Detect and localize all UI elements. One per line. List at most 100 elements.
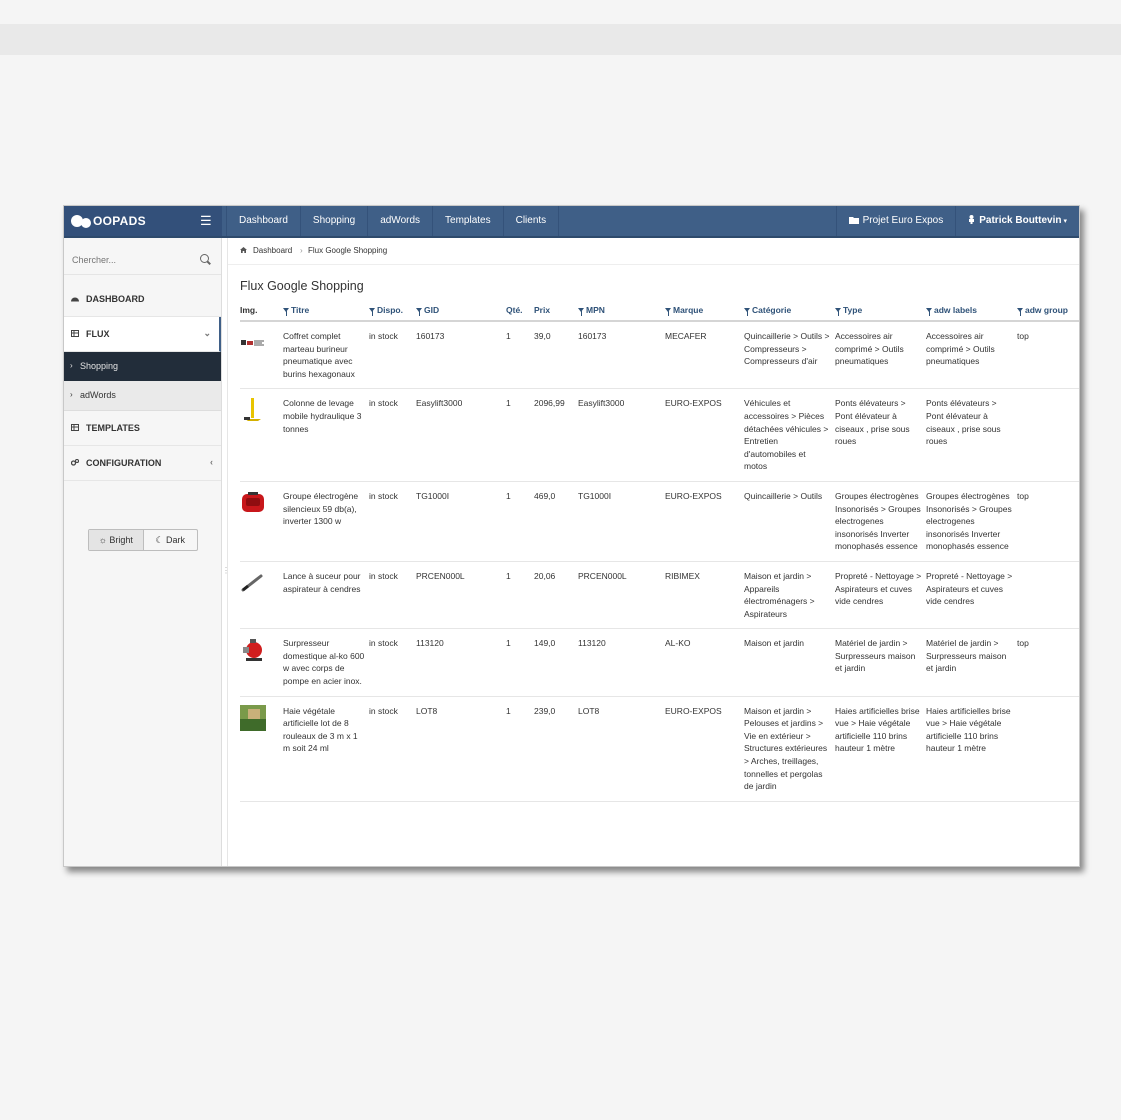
col-mpn[interactable]: MPN <box>578 304 665 322</box>
cell-gid: 113120 <box>416 628 506 697</box>
project-selector[interactable]: Projet Euro Expos <box>835 206 956 236</box>
generator-icon <box>242 491 264 512</box>
cell-type: Matériel de jardin > Surpresseurs maison… <box>835 628 926 697</box>
cell-categorie: Maison et jardin <box>744 628 835 697</box>
col-titre[interactable]: Titre <box>283 304 369 322</box>
top-band <box>0 24 1121 55</box>
nav-dashboard[interactable]: Dashboard <box>226 206 301 236</box>
filter-icon[interactable] <box>369 308 375 316</box>
table-row[interactable]: Lance à suceur pour aspirateur à cendres… <box>240 561 1079 630</box>
cell-gid: Easylift3000 <box>416 388 506 482</box>
nav-shopping[interactable]: Shopping <box>301 206 369 236</box>
col-adw-labels[interactable]: adw labels <box>926 304 1017 322</box>
cell-titre: Groupe électrogène silencieux 59 db(a), … <box>283 481 369 562</box>
logo-icon <box>71 215 91 228</box>
cell-adw-group <box>1017 561 1079 630</box>
cell-qte: 1 <box>506 388 534 482</box>
table-row[interactable]: Haie végétale artificielle lot de 8 roul… <box>240 696 1079 802</box>
table-row[interactable]: Groupe électrogène silencieux 59 db(a), … <box>240 481 1079 562</box>
col-gid[interactable]: GID <box>416 304 506 322</box>
nav-templates[interactable]: Templates <box>433 206 504 236</box>
breadcrumb-current: Flux Google Shopping <box>308 246 388 255</box>
filter-icon[interactable] <box>835 308 841 316</box>
cell-categorie: Quincaillerie > Outils > Compresseurs > … <box>744 321 835 390</box>
hedge-icon <box>240 704 266 731</box>
caret-down-icon: ▾ <box>1063 218 1067 225</box>
search-icon[interactable] <box>200 254 209 263</box>
table-row[interactable]: Colonne de levage mobile hydraulique 3 t… <box>240 388 1079 482</box>
pump-icon <box>243 639 262 662</box>
resize-handle[interactable]: ⋮ <box>222 566 230 576</box>
col-categorie[interactable]: Catégorie <box>744 304 835 322</box>
cell-gid: LOT8 <box>416 696 506 802</box>
cell-marque: RIBIMEX <box>665 561 744 630</box>
app-window: OOPADS ☰ Dashboard Shopping adWords Temp… <box>63 205 1080 867</box>
filter-icon[interactable] <box>744 308 750 316</box>
cell-prix: 239,0 <box>534 696 578 802</box>
cell-qte: 1 <box>506 628 534 697</box>
sidebar-item-flux[interactable]: FLUX ⌄ <box>64 317 221 352</box>
cell-img <box>240 388 283 482</box>
cell-gid: TG1000I <box>416 481 506 562</box>
filter-icon[interactable] <box>578 308 584 316</box>
nav-links: Dashboard Shopping adWords Templates Cli… <box>226 206 560 236</box>
theme-dark-button[interactable]: ☾ Dark <box>144 530 198 550</box>
cell-dispo: in stock <box>369 321 416 390</box>
col-adw-group[interactable]: adw group <box>1017 304 1079 322</box>
search-input[interactable] <box>70 250 194 270</box>
filter-icon[interactable] <box>416 308 422 316</box>
folder-icon <box>848 217 859 224</box>
sidebar-item-templates[interactable]: TEMPLATES <box>64 411 221 446</box>
col-img: Img. <box>240 304 283 322</box>
table-icon <box>71 330 79 337</box>
col-label: adw labels <box>934 305 977 315</box>
nav-adwords[interactable]: adWords <box>368 206 434 236</box>
filter-icon[interactable] <box>283 308 289 316</box>
cell-qte: 1 <box>506 321 534 390</box>
cell-qte: 1 <box>506 696 534 802</box>
chevron-down-icon: ⌄ <box>203 328 211 338</box>
nav-clients[interactable]: Clients <box>504 206 560 236</box>
col-qte[interactable]: Qté. <box>506 304 534 322</box>
col-dispo[interactable]: Dispo. <box>369 304 416 322</box>
sun-icon: ☼ <box>98 535 107 545</box>
hamburger-icon[interactable]: ☰ <box>200 213 212 229</box>
theme-toggle: ☼ Bright ☾ Dark <box>88 529 198 551</box>
col-type[interactable]: Type <box>835 304 926 322</box>
chevron-right-icon: › <box>70 390 73 399</box>
col-label: Type <box>843 305 863 315</box>
table-row[interactable]: Surpresseur domestique al-ko 600 w avec … <box>240 628 1079 697</box>
cell-marque: MECAFER <box>665 321 744 390</box>
sidebar-subitem-adwords[interactable]: › adWords <box>64 381 221 411</box>
sidebar-item-dashboard[interactable]: DASHBOARD <box>64 282 221 317</box>
filter-icon[interactable] <box>665 308 671 316</box>
user-icon <box>969 215 975 224</box>
home-icon <box>240 247 247 253</box>
breadcrumb: Dashboard › Flux Google Shopping <box>228 238 1079 265</box>
cell-titre: Coffret complet marteau burineur pneumat… <box>283 321 369 390</box>
cell-categorie: Quincaillerie > Outils <box>744 481 835 562</box>
table-row[interactable]: Coffret complet marteau burineur pneumat… <box>240 321 1079 390</box>
nav-right: Projet Euro Expos Patrick Bouttevin ▾ <box>835 206 1079 236</box>
filter-icon[interactable] <box>926 308 932 316</box>
sidebar-item-configuration[interactable]: CONFIGURATION ‹ <box>64 446 221 481</box>
cell-img <box>240 481 283 562</box>
col-prix[interactable]: Prix <box>534 304 578 322</box>
theme-bright-button[interactable]: ☼ Bright <box>89 530 144 550</box>
col-label: Marque <box>673 305 704 315</box>
cell-gid: 160173 <box>416 321 506 390</box>
cell-img <box>240 561 283 630</box>
sidebar-subitem-shopping[interactable]: › Shopping <box>64 352 221 381</box>
cell-mpn: 113120 <box>578 628 665 697</box>
cell-type: Ponts élévateurs > Pont élévateur à cise… <box>835 388 926 482</box>
cell-gid: PRCEN000L <box>416 561 506 630</box>
navbar: OOPADS ☰ Dashboard Shopping adWords Temp… <box>64 206 1079 238</box>
cell-adw-group: top <box>1017 321 1079 390</box>
col-marque[interactable]: Marque <box>665 304 744 322</box>
breadcrumb-dashboard[interactable]: Dashboard <box>253 246 292 255</box>
filter-icon[interactable] <box>1017 308 1023 316</box>
user-menu[interactable]: Patrick Bouttevin ▾ <box>955 206 1079 236</box>
table-header-row: Img. Titre Dispo. GID Qté. Prix MPN Marq… <box>240 304 1079 322</box>
sidebar-item-label: CONFIGURATION <box>86 458 162 468</box>
brand[interactable]: OOPADS ☰ <box>64 206 222 236</box>
